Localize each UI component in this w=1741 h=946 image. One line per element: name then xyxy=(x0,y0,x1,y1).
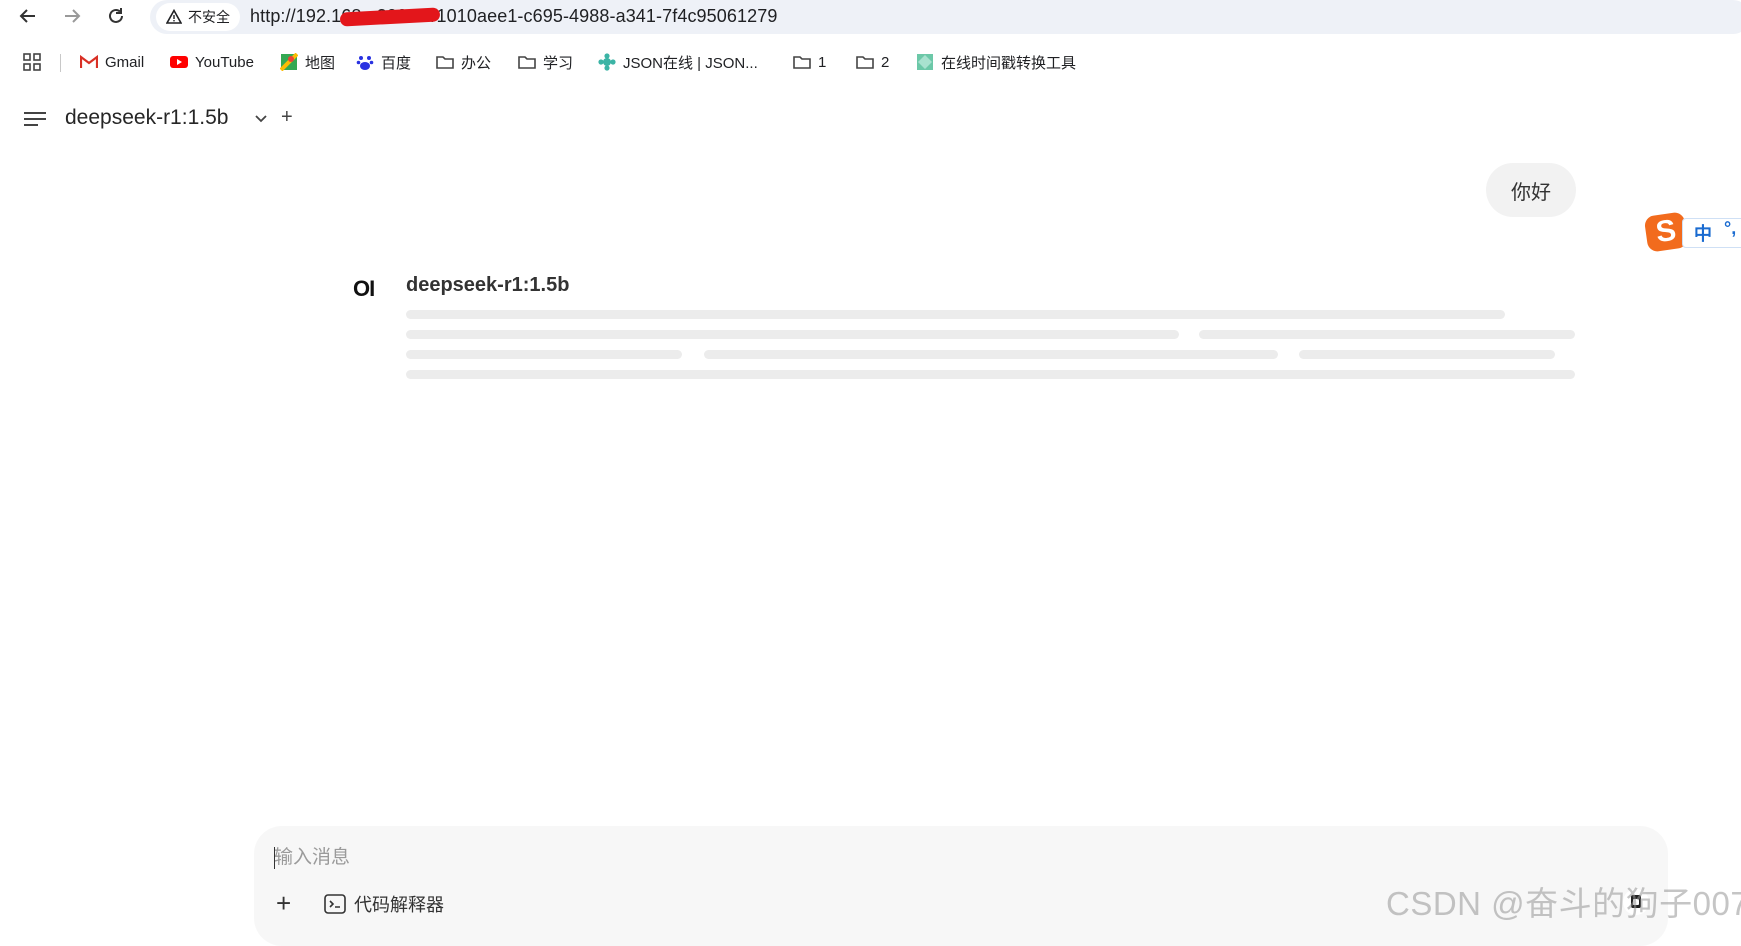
json-icon xyxy=(598,53,616,71)
browser-toolbar: 不安全 http://192.168...3000/c/1010aee1-c69… xyxy=(0,0,1741,34)
reload-button[interactable] xyxy=(102,2,130,30)
loading-skeleton-line xyxy=(1299,350,1555,359)
terminal-icon xyxy=(324,894,346,914)
folder-icon xyxy=(856,56,874,69)
folder-icon xyxy=(436,56,454,69)
chevron-down-icon[interactable] xyxy=(254,112,268,126)
ime-mode-label[interactable]: 中 xyxy=(1694,220,1712,246)
youtube-icon xyxy=(170,56,188,68)
url-text[interactable]: http://192.168...3000/c/1010aee1-c695-49… xyxy=(250,6,777,27)
csdn-watermark: CSDN @奋斗的狗子007 xyxy=(1386,885,1741,922)
bookmark-label: 学习 xyxy=(543,54,574,72)
bookmark-maps[interactable]: 地图 xyxy=(280,50,335,74)
bookmark-youtube[interactable]: YouTube xyxy=(170,50,254,74)
bookmark-baidu[interactable]: 百度 xyxy=(356,50,411,74)
bookmark-label: 在线时间戳转换工具 xyxy=(941,54,1077,72)
bookmark-label: Gmail xyxy=(105,53,145,71)
text-caret xyxy=(274,847,275,869)
back-button[interactable] xyxy=(14,2,42,30)
bookmark-folder-1[interactable]: 1 xyxy=(793,50,826,74)
baidu-icon xyxy=(356,56,374,70)
bookmark-gmail[interactable]: Gmail xyxy=(80,50,144,74)
loading-skeleton-line xyxy=(704,350,1278,359)
arrow-left-icon xyxy=(19,9,35,23)
add-model-button[interactable]: + xyxy=(281,106,293,129)
assistant-avatar: OI xyxy=(353,276,375,301)
bookmark-label: YouTube xyxy=(195,53,254,71)
folder-icon xyxy=(518,56,536,69)
bookmark-folder-study[interactable]: 学习 xyxy=(518,50,573,74)
reload-icon xyxy=(109,8,123,23)
apps-grid-icon[interactable] xyxy=(22,52,42,72)
forward-button[interactable] xyxy=(58,2,86,30)
loading-skeleton-line xyxy=(406,370,1575,379)
ime-toolbar[interactable]: S 中 °, xyxy=(1643,211,1741,253)
warning-icon xyxy=(166,9,182,24)
security-label: 不安全 xyxy=(188,9,230,25)
bookmark-label: JSON在线 | JSON... xyxy=(623,54,758,72)
bookmark-json[interactable]: JSON在线 | JSON... xyxy=(598,50,758,74)
loading-skeleton-line xyxy=(406,330,1179,339)
bookmark-folder-2[interactable]: 2 xyxy=(856,50,889,74)
bookmark-timestamp[interactable]: 在线时间戳转换工具 xyxy=(916,50,1076,74)
bookmark-label: 地图 xyxy=(305,54,336,72)
folder-icon xyxy=(793,56,811,69)
code-interpreter-label: 代码解释器 xyxy=(354,895,444,915)
bookmarks-bar: Gmail YouTube 地图 百度 办公 学习 JSON在线 | JSON.… xyxy=(0,44,1741,80)
ime-punct-label[interactable]: °, xyxy=(1724,218,1736,239)
loading-skeleton-line xyxy=(406,350,682,359)
bookmark-label: 百度 xyxy=(381,54,412,72)
user-message-bubble: 你好 xyxy=(1486,163,1576,217)
security-chip[interactable]: 不安全 xyxy=(156,3,240,31)
code-interpreter-button[interactable]: 代码解释器 xyxy=(324,892,444,916)
message-input[interactable] xyxy=(274,845,1574,871)
bookmarks-separator xyxy=(60,54,61,72)
model-selector[interactable]: deepseek-r1:1.5b xyxy=(65,106,228,130)
gmail-icon xyxy=(80,54,98,68)
assistant-name: deepseek-r1:1.5b xyxy=(406,274,570,296)
loading-skeleton-line xyxy=(406,310,1505,319)
user-message-text: 你好 xyxy=(1511,181,1551,204)
maps-icon xyxy=(280,53,298,71)
attach-button[interactable]: + xyxy=(276,890,291,916)
sidebar-menu-icon[interactable] xyxy=(24,110,46,128)
bookmark-folder-office[interactable]: 办公 xyxy=(436,50,491,74)
arrow-right-icon xyxy=(65,9,81,23)
loading-skeleton-line xyxy=(1199,330,1575,339)
bookmark-label: 2 xyxy=(881,53,890,71)
timestamp-icon xyxy=(917,54,933,70)
bookmark-label: 1 xyxy=(818,53,827,71)
bookmark-label: 办公 xyxy=(461,54,492,72)
